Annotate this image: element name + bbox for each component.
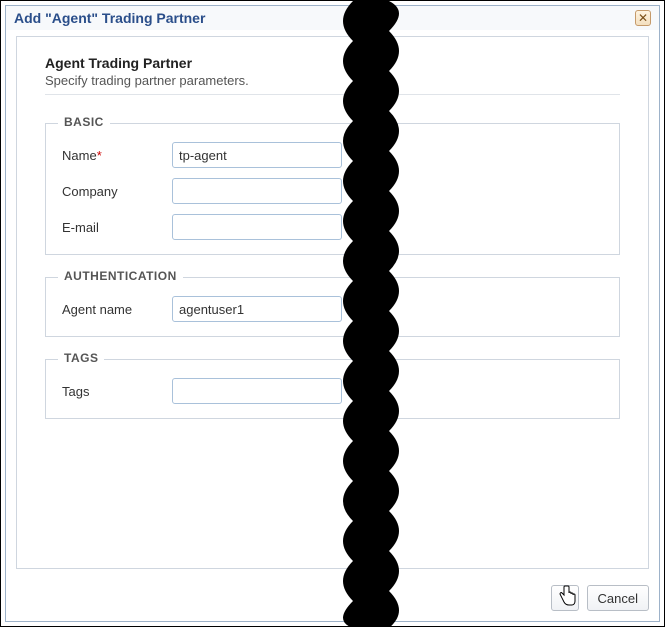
row-email: E-mail <box>62 214 603 240</box>
email-field[interactable] <box>172 214 342 240</box>
dialog-titlebar: Add "Agent" Trading Partner ✕ <box>6 6 659 30</box>
dialog-footer: Cancel <box>6 577 659 621</box>
fieldset-tags: TAGS Tags <box>45 359 620 419</box>
label-company: Company <box>62 184 172 199</box>
cancel-button[interactable]: Cancel <box>587 585 649 611</box>
name-field[interactable] <box>172 142 342 168</box>
row-company: Company <box>62 178 603 204</box>
label-name-text: Name <box>62 148 97 163</box>
label-email: E-mail <box>62 220 172 235</box>
row-tags: Tags <box>62 378 603 404</box>
ok-button[interactable] <box>551 585 579 611</box>
row-name: Name* <box>62 142 603 168</box>
legend-tags: TAGS <box>58 351 104 365</box>
legend-authentication: AUTHENTICATION <box>58 269 183 283</box>
section-title: Agent Trading Partner <box>45 55 620 71</box>
window-frame: Add "Agent" Trading Partner ✕ Agent Trad… <box>0 0 665 627</box>
row-agent-name: Agent name <box>62 296 603 322</box>
required-mark: * <box>97 148 102 163</box>
section-header: Agent Trading Partner Specify trading pa… <box>45 55 620 95</box>
agent-name-field[interactable] <box>172 296 342 322</box>
fieldset-basic: BASIC Name* Company E-mail <box>45 123 620 255</box>
dialog-content: Agent Trading Partner Specify trading pa… <box>16 36 649 569</box>
label-name: Name* <box>62 148 172 163</box>
legend-basic: BASIC <box>58 115 110 129</box>
close-icon: ✕ <box>638 11 648 25</box>
fieldset-authentication: AUTHENTICATION Agent name <box>45 277 620 337</box>
label-agent-name: Agent name <box>62 302 172 317</box>
label-tags: Tags <box>62 384 172 399</box>
dialog-title: Add "Agent" Trading Partner <box>14 10 635 26</box>
close-button[interactable]: ✕ <box>635 10 651 26</box>
section-subtitle: Specify trading partner parameters. <box>45 73 620 88</box>
dialog: Add "Agent" Trading Partner ✕ Agent Trad… <box>5 5 660 622</box>
company-field[interactable] <box>172 178 342 204</box>
tags-field[interactable] <box>172 378 342 404</box>
